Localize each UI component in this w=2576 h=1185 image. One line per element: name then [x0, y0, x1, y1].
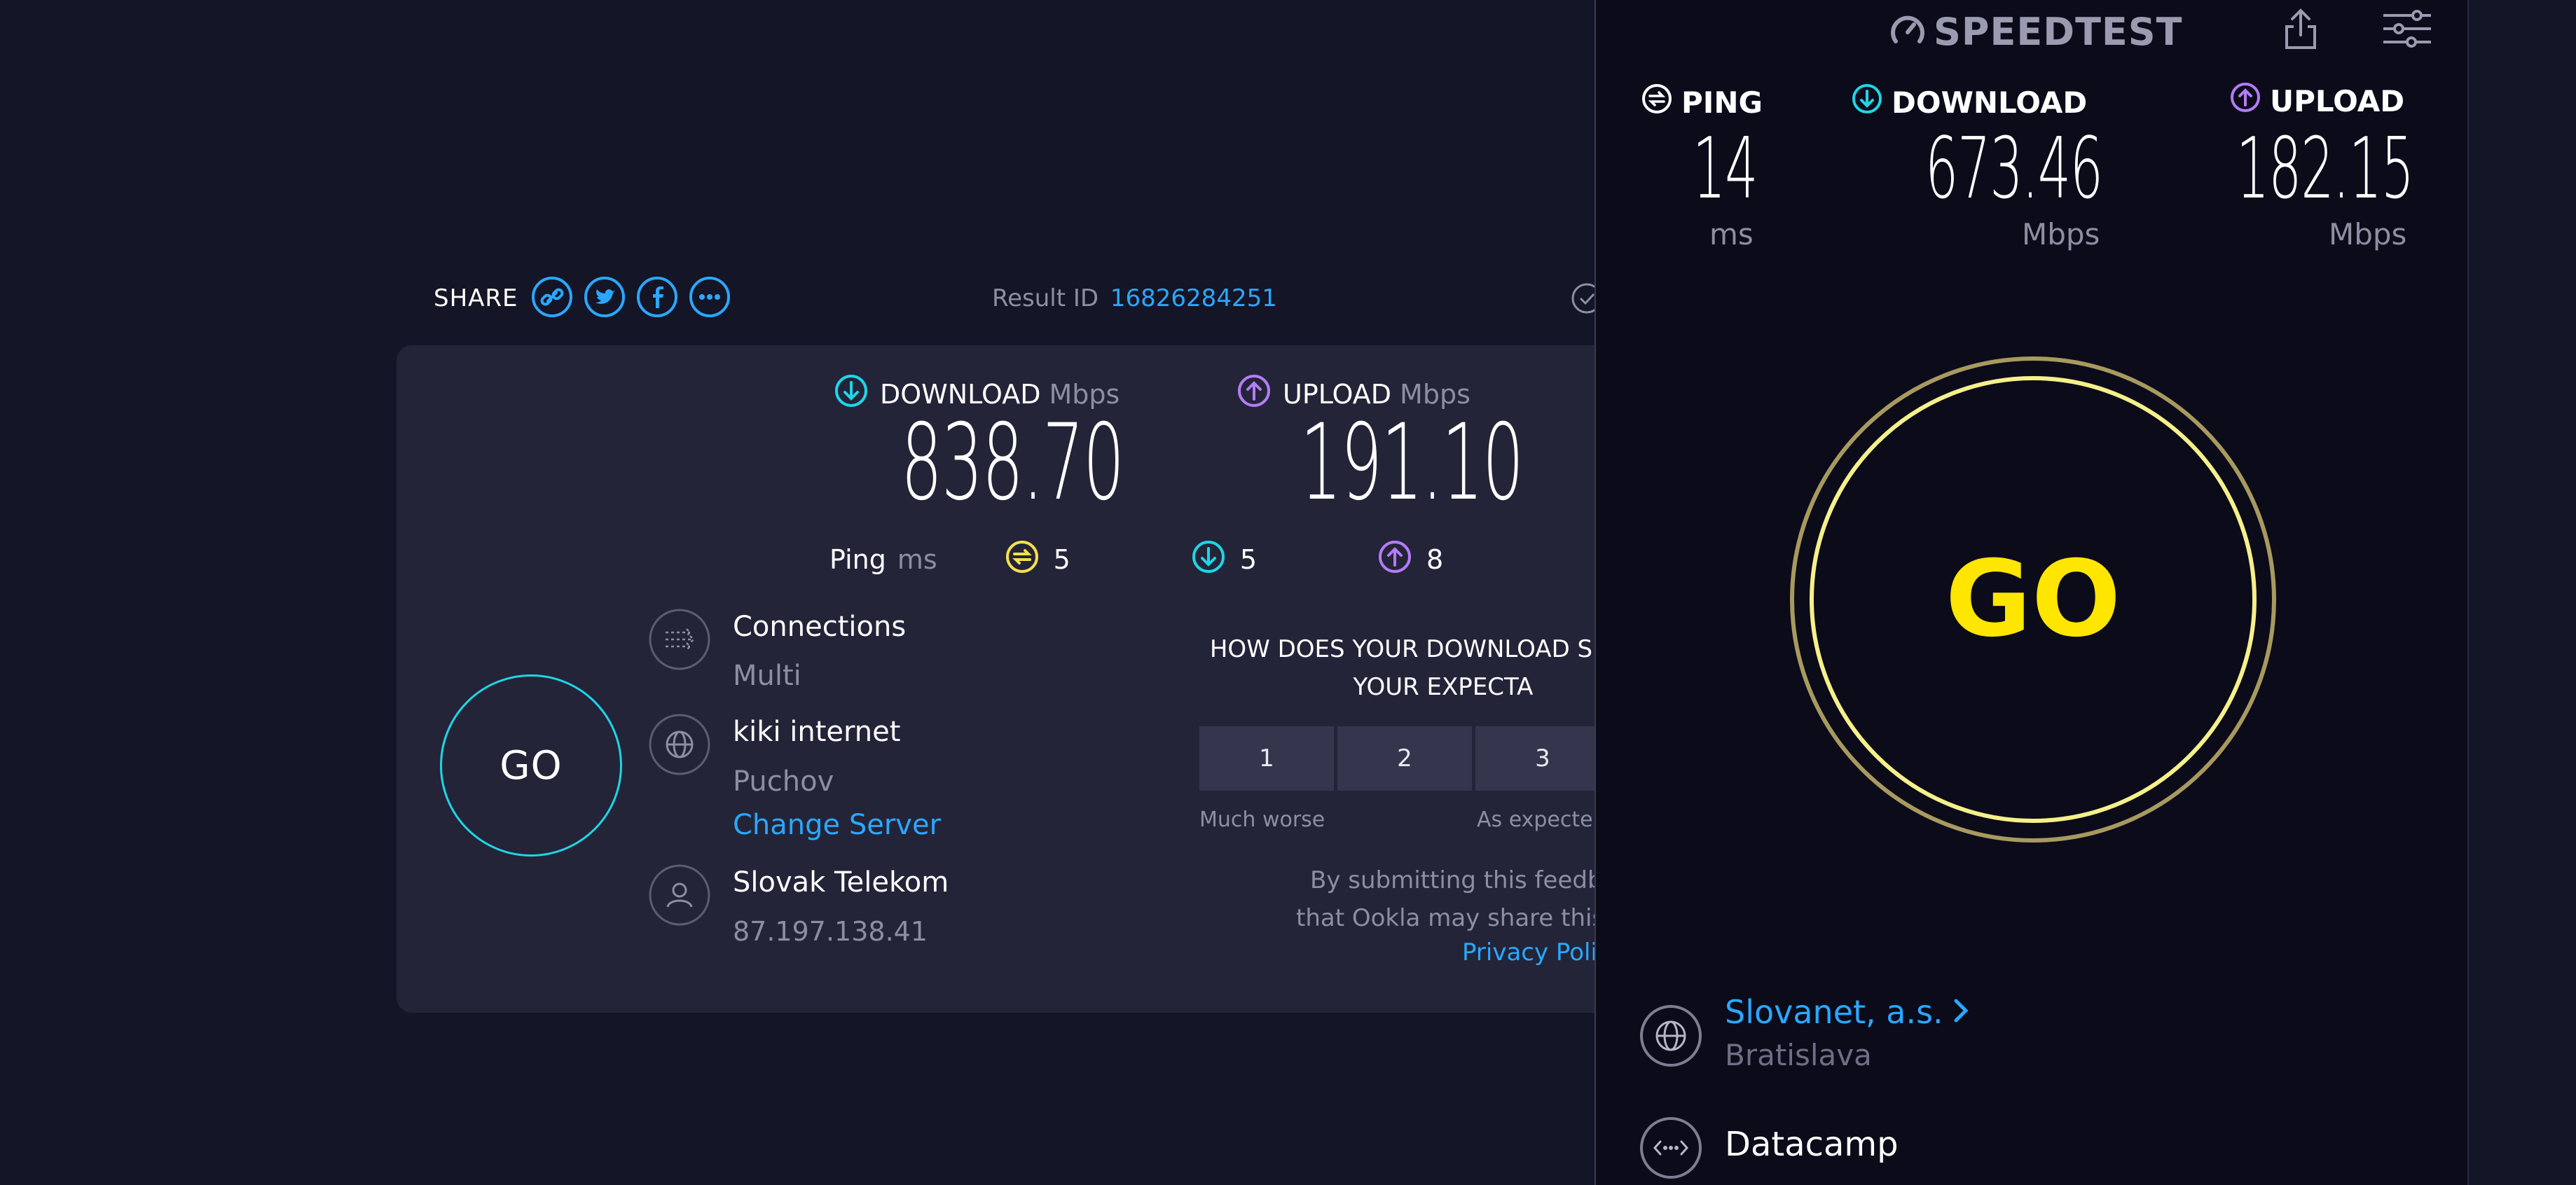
feedback-question: HOW DOES YOUR DOWNLOAD S YOUR EXPECTA — [1191, 630, 1611, 706]
rating-1[interactable]: 1 — [1199, 726, 1334, 791]
disclaimer-line-2: that Ookla may share this inform — [1296, 904, 1597, 932]
mobile-download-icon — [1851, 83, 1883, 122]
feedback-disclaimer: By submitting this feedback, you that Oo… — [1191, 861, 1597, 937]
mobile-download-unit: Mbps — [2022, 217, 2100, 251]
result-id-link[interactable]: 16826284251 — [1110, 284, 1277, 312]
mobile-connection-icon — [1639, 1116, 1702, 1182]
more-icon[interactable] — [689, 276, 731, 321]
mobile-upload-label: UPLOAD — [2270, 83, 2405, 118]
mobile-download-label: DOWNLOAD — [1892, 85, 2088, 120]
twitter-icon[interactable] — [584, 276, 626, 321]
ping-unit: ms — [897, 544, 937, 575]
mobile-ping-header: PING — [1641, 83, 1763, 122]
isp-name: Slovak Telekom — [733, 866, 949, 899]
ping-upload-value: 8 — [1426, 544, 1444, 575]
globe-icon — [648, 713, 711, 779]
download-arrow-icon — [834, 373, 869, 415]
ping-upload-icon — [1377, 539, 1412, 581]
link-icon[interactable] — [531, 276, 573, 321]
mobile-download-value: 673.46 — [1925, 120, 2103, 218]
change-server-link[interactable]: Change Server — [733, 809, 941, 841]
mobile-server-link[interactable]: Slovanet, a.s. — [1725, 993, 1969, 1031]
user-icon — [648, 864, 711, 929]
disclaimer-line-1: By submitting this feedback, you — [1310, 866, 1597, 894]
facebook-icon[interactable] — [636, 276, 678, 321]
share-bar: SHARE — [434, 277, 731, 319]
rating-mid-label: As expecte — [1477, 808, 1593, 832]
rating-low-label: Much worse — [1199, 808, 1325, 832]
connections-icon — [648, 608, 711, 674]
ping-download-value: 5 — [1239, 544, 1258, 575]
mobile-globe-icon — [1639, 1004, 1702, 1070]
mobile-upload-header: UPLOAD — [2229, 81, 2404, 120]
speedtest-logo: SPEEDTEST — [1887, 10, 2183, 54]
mobile-go-button[interactable]: GO — [1789, 356, 2277, 843]
mobile-upload-icon — [2229, 81, 2261, 120]
mobile-ping-label: PING — [1681, 85, 1763, 120]
web-go-label: GO — [500, 742, 563, 789]
mobile-go-label: GO — [1945, 539, 2121, 660]
mobile-download-header: DOWNLOAD — [1851, 83, 2087, 122]
chevron-right-icon — [1953, 993, 1969, 1031]
gauge-icon — [1887, 11, 1928, 54]
web-upload-value: 191.10 — [1300, 402, 1524, 524]
isp-ip: 87.197.138.41 — [733, 916, 928, 947]
ping-idle-icon — [1005, 539, 1040, 581]
mobile-upload-value: 182.15 — [2236, 120, 2414, 218]
mobile-ping-unit: ms — [1709, 217, 1754, 251]
brand-name: SPEEDTEST — [1934, 10, 2183, 54]
mobile-server-location: Bratislava — [1725, 1038, 1872, 1072]
result-id-label: Result ID — [992, 284, 1099, 312]
ping-idle-value: 5 — [1053, 544, 1070, 575]
mobile-server-name[interactable]: Slovanet, a.s. — [1725, 993, 1943, 1031]
connections-value: Multi — [733, 660, 801, 692]
rating-3[interactable]: 3 — [1475, 726, 1610, 791]
mobile-app-panel: SPEEDTEST PING 14 ms DOWNLOAD 673.46 Mbp… — [1594, 0, 2469, 1185]
mobile-upload-unit: Mbps — [2329, 217, 2407, 251]
ping-label: Ping — [829, 544, 886, 575]
feedback-line-2: YOUR EXPECTA — [1353, 673, 1534, 701]
feedback-line-1: HOW DOES YOUR DOWNLOAD S — [1209, 635, 1593, 663]
mobile-ping-value: 14 — [1693, 120, 1758, 218]
upload-arrow-icon — [1237, 373, 1272, 415]
privacy-policy-link[interactable]: Privacy Poli — [1462, 938, 1597, 966]
connections-label: Connections — [733, 611, 907, 643]
web-server-location: Puchov — [733, 765, 834, 798]
result-id: Result ID 16826284251 — [992, 284, 1277, 312]
rating-2[interactable]: 2 — [1337, 726, 1472, 791]
web-download-value: 838.70 — [901, 402, 1124, 524]
web-go-button[interactable]: GO — [440, 674, 622, 857]
web-server-name: kiki internet — [733, 716, 901, 748]
mobile-connection-name: Datacamp — [1725, 1125, 1899, 1164]
settings-sliders-icon[interactable] — [2381, 7, 2434, 53]
share-label: SHARE — [434, 284, 518, 312]
ping-download-icon — [1191, 539, 1226, 581]
share-icon[interactable] — [2282, 7, 2319, 53]
ping-row: Ping ms 5 5 8 — [829, 539, 1444, 581]
mobile-ping-icon — [1641, 83, 1673, 122]
